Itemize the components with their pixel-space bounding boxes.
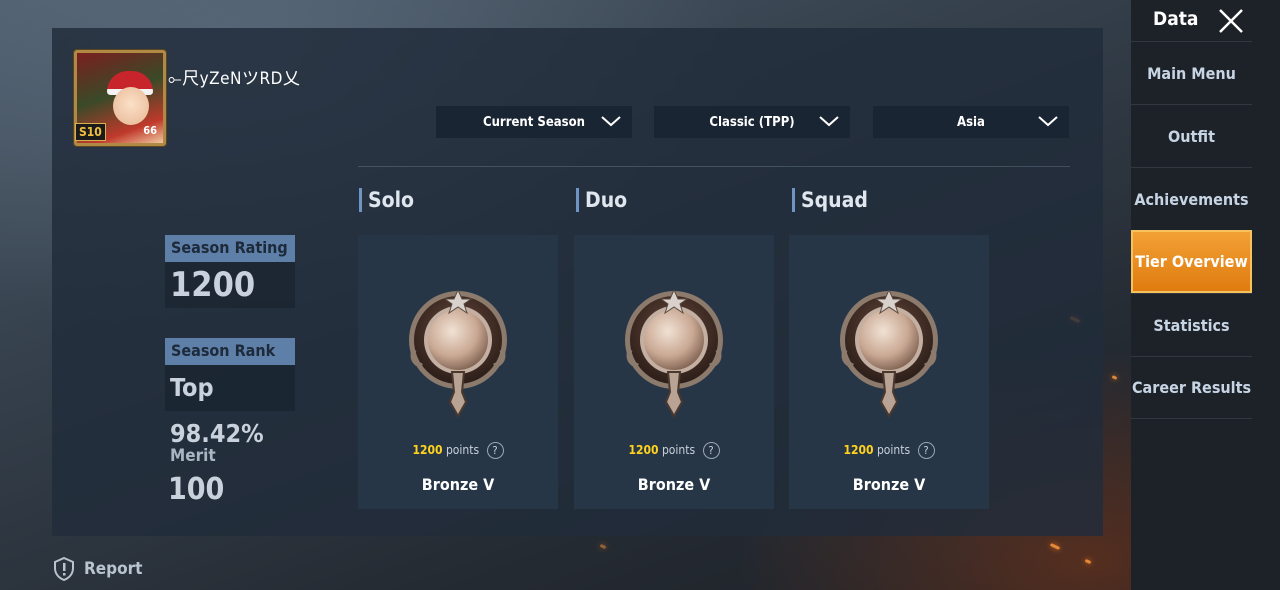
ember-spark [599,543,607,550]
bronze-tier-badge-icon [409,290,507,419]
baby-face-art [113,87,149,125]
season-badge: S10 [75,123,106,141]
tier-overview-panel: S10 66 ⟜尺yZeNツRD乂 Current Season Classic… [52,28,1103,536]
tier-points-squad: 1200 points ? [789,442,989,459]
season-rating-value: 1200 [165,262,295,308]
mode-dropdown-value: Classic (TPP) [709,114,795,130]
mode-title-duo: Duo [576,188,627,212]
season-rank-value: Top 98.42% [165,365,295,448]
tier-points-duo: 1200 points ? [574,442,774,459]
points-value: 1200 [843,443,874,457]
tier-name-squad: Bronze V [852,475,926,494]
season-dropdown-value: Current Season [483,114,585,130]
shield-alert-icon [54,557,74,581]
mode-title-squad: Squad [792,188,868,212]
sidebar-header: Data [1131,0,1280,42]
season-rank-label: Season Rank [165,338,295,365]
sidebar-item-achievements[interactable]: Achievements [1131,167,1252,230]
help-icon[interactable]: ? [702,442,720,459]
help-icon[interactable]: ? [917,442,935,459]
points-value: 1200 [412,443,443,457]
data-sidebar: Data Main Menu Outfit Achievements Tier … [1131,0,1280,590]
sidebar-item-statistics[interactable]: Statistics [1131,293,1252,356]
tier-card-squad[interactable]: 1200 points ? Bronze V [789,235,989,509]
ember-spark [1111,375,1118,380]
points-unit: points [876,443,911,457]
mode-title-solo: Solo [359,188,414,212]
mode-dropdown[interactable]: Classic (TPP) [654,106,850,138]
region-dropdown-value: Asia [957,114,985,130]
merit-label: Merit [170,446,216,466]
season-rating-label: Season Rating [165,235,295,262]
sidebar-item-outfit[interactable]: Outfit [1131,104,1252,167]
player-level: 66 [143,124,157,137]
help-icon[interactable]: ? [486,442,504,459]
tier-name-solo: Bronze V [421,475,495,494]
bronze-tier-badge-icon [625,290,723,419]
close-icon[interactable] [1217,7,1245,35]
tier-card-solo[interactable]: 1200 points ? Bronze V [358,235,558,509]
chevron-down-icon [819,116,839,127]
chevron-down-icon [601,116,621,127]
report-label: Report [84,559,143,579]
region-dropdown[interactable]: Asia [873,106,1069,138]
points-unit: points [661,443,696,457]
season-dropdown[interactable]: Current Season [436,106,632,138]
ember-spark [1049,543,1061,550]
sidebar-title: Data [1153,8,1199,30]
sidebar-item-tier-overview[interactable]: Tier Overview [1131,230,1252,293]
player-name: ⟜尺yZeNツRD乂 [168,69,301,89]
tier-card-duo[interactable]: 1200 points ? Bronze V [574,235,774,509]
points-value: 1200 [628,443,659,457]
sidebar-item-career-results[interactable]: Career Results [1131,356,1252,419]
points-unit: points [445,443,480,457]
tier-name-duo: Bronze V [637,475,711,494]
chevron-down-icon [1038,116,1058,127]
tier-points-solo: 1200 points ? [358,442,558,459]
report-button[interactable]: Report [52,557,142,581]
bronze-tier-badge-icon [840,290,938,419]
ember-spark [1084,558,1092,565]
merit-value: 100 [168,472,225,507]
header-divider [358,166,1070,167]
player-avatar[interactable]: S10 66 [74,50,166,146]
sidebar-item-main-menu[interactable]: Main Menu [1131,41,1252,104]
